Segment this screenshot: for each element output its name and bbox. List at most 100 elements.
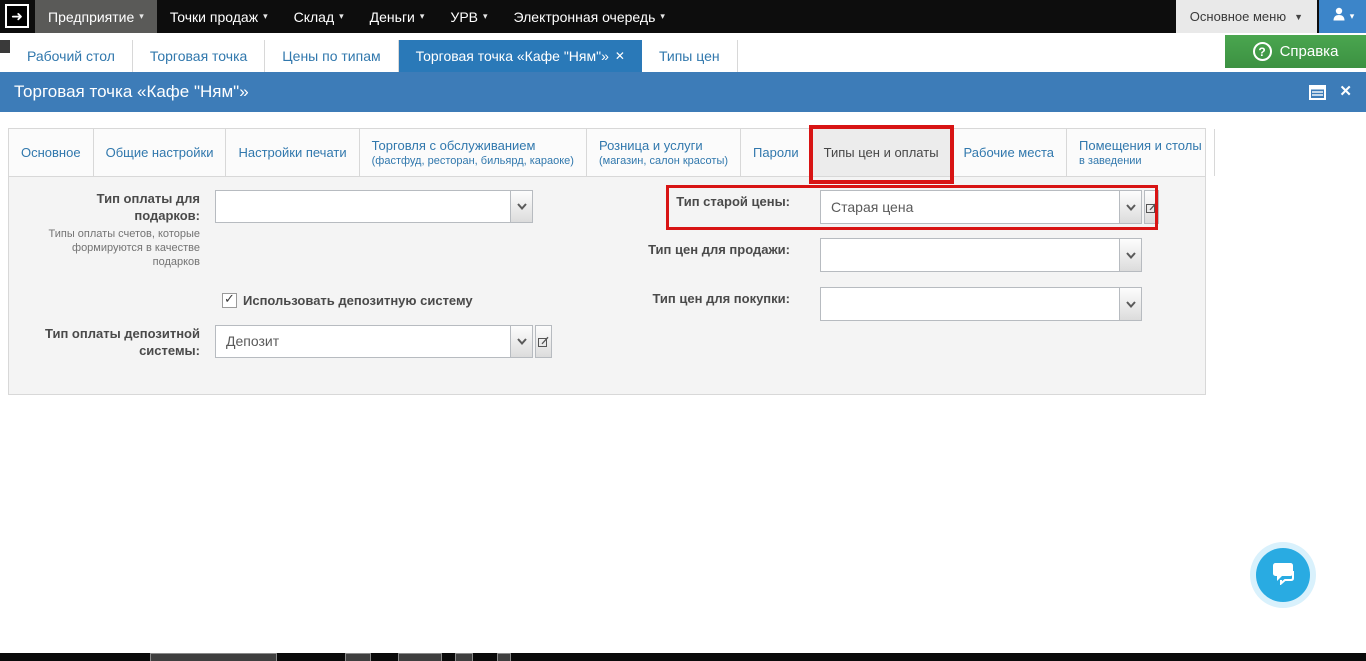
main-menu-label: Основное меню	[1190, 9, 1286, 24]
gift-payment-combobox[interactable]	[215, 190, 533, 223]
tab-price-payment-types[interactable]: Типы цен и оплаты	[812, 129, 952, 176]
menu-item-money[interactable]: Деньги ▾	[357, 0, 438, 33]
tab-label: Настройки печати	[238, 145, 346, 160]
top-menu-bar: ➜ Предприятие ▾ Точки продаж ▾ Склад ▾ Д…	[0, 0, 1366, 33]
menu-item-electronic-queue[interactable]: Электронная очередь ▾	[501, 0, 678, 33]
deposit-checkbox-label[interactable]: Использовать депозитную систему	[243, 293, 473, 308]
calendar-icon[interactable]	[1309, 84, 1326, 105]
window-tab-price-types[interactable]: Типы цен	[642, 40, 738, 72]
menu-item-label: Склад	[294, 9, 335, 25]
question-icon: ?	[1253, 42, 1272, 61]
tab-table-service[interactable]: Торговля с обслуживанием (фастфуд, ресто…	[360, 129, 587, 176]
caret-down-icon: ▾	[339, 11, 344, 22]
window-tab-label: Рабочий стол	[27, 48, 115, 64]
expand-arrow-icon[interactable]: ➜	[5, 4, 29, 28]
taskbar-strip	[0, 653, 1366, 661]
chevron-down-icon[interactable]	[1119, 288, 1141, 320]
window-tab-bar: Рабочий стол Торговая точка Цены по типа…	[0, 33, 1366, 72]
tab-sublabel: (магазин, салон красоты)	[599, 155, 728, 167]
window-tab-label: Типы цен	[659, 48, 720, 64]
sale-price-value[interactable]	[821, 239, 1119, 271]
user-icon	[1331, 6, 1347, 27]
chevron-down-icon[interactable]	[1119, 191, 1141, 223]
chevron-down-icon[interactable]	[1119, 239, 1141, 271]
tab-print-settings[interactable]: Настройки печати	[226, 129, 359, 176]
purchase-price-combobox[interactable]	[820, 287, 1142, 321]
menu-item-label: Электронная очередь	[514, 9, 656, 25]
chat-icon	[1269, 561, 1297, 590]
tab-rooms-tables[interactable]: Помещения и столы в заведении	[1067, 129, 1215, 176]
tab-label: Основное	[21, 145, 81, 160]
gift-payment-value[interactable]	[216, 191, 510, 222]
page-title: Торговая точка «Кафе "Ням"»	[14, 72, 249, 112]
tab-general-settings[interactable]: Общие настройки	[94, 129, 227, 176]
caret-down-icon: ▾	[483, 11, 488, 22]
old-price-label: Тип старой цены:	[600, 193, 790, 210]
window-tab-prices-by-type[interactable]: Цены по типам	[265, 40, 398, 72]
taskbar-button-fragment	[345, 653, 371, 661]
checkmark-icon: ✓	[224, 291, 235, 307]
tab-label: Типы цен и оплаты	[824, 145, 939, 160]
chevron-down-icon[interactable]	[510, 191, 532, 222]
menu-item-sales-points[interactable]: Точки продаж ▾	[157, 0, 281, 33]
tab-label: Общие настройки	[106, 145, 214, 160]
tab-retail-services[interactable]: Розница и услуги (магазин, салон красоты…	[587, 129, 741, 176]
sale-price-combobox[interactable]	[820, 238, 1142, 272]
tab-main[interactable]: Основное	[9, 129, 94, 176]
window-tab-desktop[interactable]: Рабочий стол	[10, 40, 133, 72]
tab-sublabel: в заведении	[1079, 155, 1202, 167]
caret-down-icon: ▾	[263, 11, 268, 22]
caret-down-icon: ▼	[1294, 12, 1303, 22]
window-tab-label: Торговая точка	[150, 48, 247, 64]
window-tab-cafe-nyam[interactable]: Торговая точка «Кафе "Ням"» ✕	[399, 40, 642, 72]
taskbar-button-fragment	[398, 653, 442, 661]
help-button-label: Справка	[1280, 43, 1339, 60]
old-price-value[interactable]: Старая цена	[821, 191, 1119, 223]
chat-button[interactable]	[1256, 548, 1310, 602]
caret-down-icon: ▾	[420, 11, 425, 22]
menu-item-warehouse[interactable]: Склад ▾	[281, 0, 357, 33]
deposit-checkbox[interactable]: ✓	[222, 293, 237, 308]
taskbar-button-fragment	[455, 653, 473, 661]
gift-payment-help: Типы оплаты счетов, которые формируются …	[40, 227, 200, 269]
menu-item-label: Точки продаж	[170, 9, 258, 25]
app-window: ➜ Предприятие ▾ Точки продаж ▾ Склад ▾ Д…	[0, 0, 1366, 661]
edit-icon[interactable]	[535, 325, 552, 358]
old-price-combobox[interactable]: Старая цена	[820, 190, 1142, 224]
deposit-payment-combobox[interactable]: Депозит	[215, 325, 533, 358]
help-button[interactable]: ? Справка	[1225, 35, 1366, 68]
window-tab-sales-point[interactable]: Торговая точка	[133, 40, 265, 72]
tab-workplaces[interactable]: Рабочие места	[952, 129, 1067, 176]
tab-passwords[interactable]: Пароли	[741, 129, 812, 176]
window-tab-label: Цены по типам	[282, 48, 380, 64]
taskbar-button-fragment	[150, 653, 277, 661]
settings-tab-bar: Основное Общие настройки Настройки печат…	[9, 129, 1205, 177]
sale-price-label: Тип цен для продажи:	[600, 241, 790, 258]
menu-item-label: УРВ	[450, 9, 478, 25]
page-header: Торговая точка «Кафе "Ням"» ✕	[0, 72, 1366, 112]
tab-sublabel: (фастфуд, ресторан, бильярд, караоке)	[372, 155, 574, 167]
deposit-payment-label: Тип оплаты депозитной системы:	[35, 325, 200, 359]
tab-label: Помещения и столы	[1079, 138, 1202, 153]
tab-close-icon[interactable]: ✕	[615, 49, 625, 63]
menu-item-label: Предприятие	[48, 9, 134, 25]
user-menu-button[interactable]: ▾	[1319, 0, 1366, 33]
close-icon[interactable]: ✕	[1339, 72, 1352, 112]
main-menu-button[interactable]: Основное меню ▼	[1176, 0, 1317, 33]
tab-label: Торговля с обслуживанием	[372, 138, 574, 153]
gift-payment-label: Тип оплаты для подарков:	[50, 190, 200, 224]
tab-label: Рабочие места	[964, 145, 1054, 160]
caret-down-icon: ▾	[660, 11, 665, 22]
edit-icon[interactable]	[1144, 190, 1159, 224]
caret-down-icon: ▾	[139, 11, 144, 22]
menu-item-urv[interactable]: УРВ ▾	[437, 0, 500, 33]
purchase-price-value[interactable]	[821, 288, 1119, 320]
deposit-payment-value[interactable]: Депозит	[216, 326, 510, 357]
purchase-price-label: Тип цен для покупки:	[600, 290, 790, 307]
menu-item-label: Деньги	[370, 9, 415, 25]
chevron-down-icon[interactable]	[510, 326, 532, 357]
taskbar-button-fragment	[497, 653, 511, 661]
caret-down-icon: ▾	[1350, 11, 1355, 22]
tab-label: Пароли	[753, 145, 799, 160]
menu-item-enterprise[interactable]: Предприятие ▾	[35, 0, 157, 33]
